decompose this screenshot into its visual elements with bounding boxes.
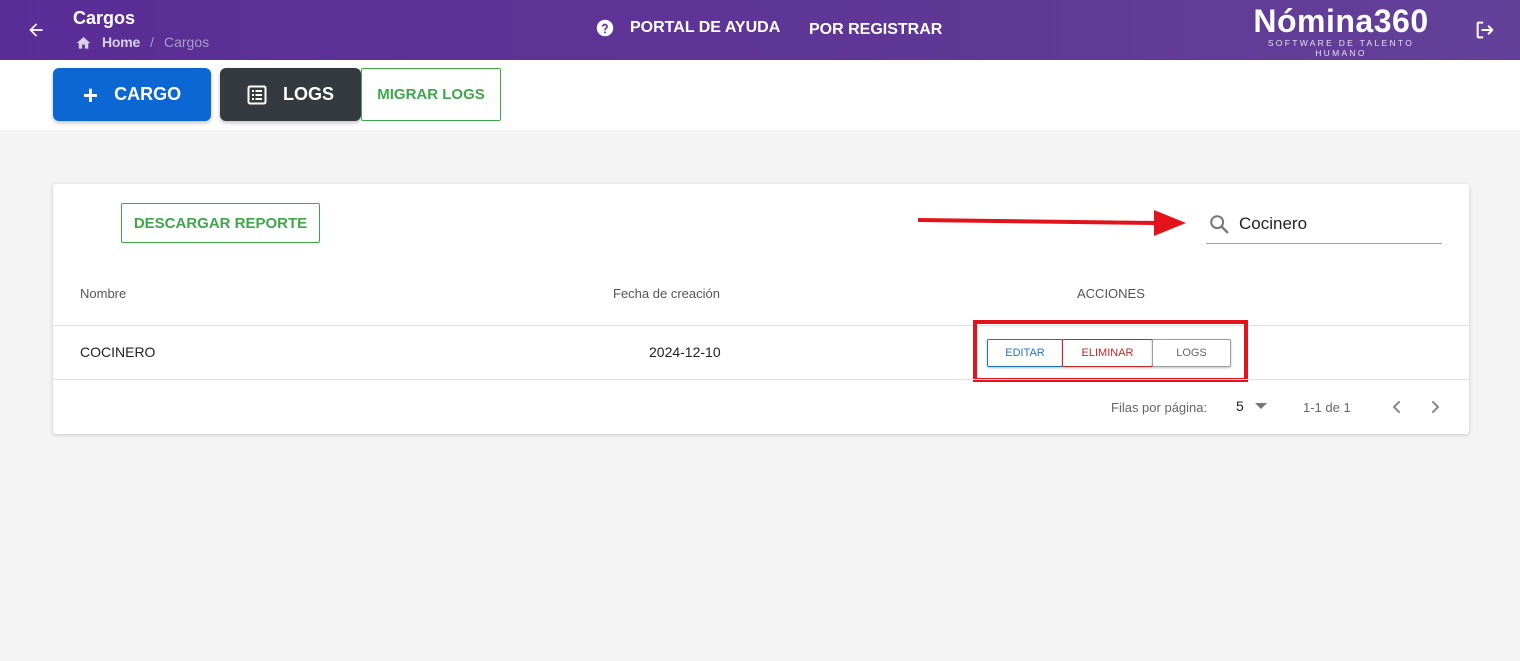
help-portal-link[interactable]: PORTAL DE AYUDA [596, 19, 780, 37]
caret-down-icon [1254, 403, 1267, 409]
column-header-nombre[interactable]: Nombre [80, 286, 126, 301]
brand-tagline: SOFTWARE DE TALENTO HUMANO [1267, 38, 1415, 58]
list-icon [247, 85, 267, 104]
cell-nombre: COCINERO [80, 344, 156, 360]
pagination-range: 1-1 de 1 [1303, 400, 1351, 415]
migrar-logs-button[interactable]: MIGRAR LOGS [361, 68, 501, 121]
table-divider [53, 379, 1469, 380]
help-circle-icon [596, 19, 614, 37]
rows-per-page-value: 5 [1236, 398, 1244, 414]
breadcrumb-current: Cargos [164, 34, 210, 50]
cell-fecha: 2024-12-10 [649, 344, 721, 360]
column-header-acciones: ACCIONES [1077, 286, 1145, 301]
brand-logo: Nómina360 SOFTWARE DE TALENTO HUMANO [1240, 4, 1442, 58]
rows-per-page-select[interactable]: 5 [1236, 398, 1268, 414]
table-divider [53, 325, 1469, 326]
home-icon [76, 36, 91, 49]
por-registrar-link[interactable]: POR REGISTRAR [809, 21, 942, 39]
add-cargo-label: CARGO [114, 84, 182, 104]
search-icon [1210, 214, 1229, 233]
red-highlight-annotation [973, 320, 1248, 382]
breadcrumb: Home / Cargos [75, 34, 209, 50]
next-page-button[interactable] [1426, 396, 1444, 418]
brand-name: Nómina360 [1253, 3, 1429, 39]
rows-per-page-label: Filas por página: [1111, 400, 1208, 415]
breadcrumb-home-link[interactable]: Home [102, 34, 140, 50]
search-field[interactable] [1206, 204, 1442, 244]
plus-icon: + [82, 79, 99, 110]
breadcrumb-separator: / [150, 34, 154, 50]
add-cargo-button[interactable]: + CARGO [53, 68, 211, 121]
logs-button[interactable]: LOGS [220, 68, 361, 121]
logout-icon [1476, 21, 1494, 39]
back-button[interactable] [22, 16, 50, 44]
red-arrow-annotation-icon [918, 210, 1186, 236]
app-header: Cargos Home / Cargos PORTAL DE AYUDA POR… [0, 0, 1520, 60]
search-input[interactable] [1239, 213, 1429, 234]
toolbar: + CARGO LOGS MIGRAR LOGS [0, 60, 1520, 130]
arrow-left-icon [29, 23, 43, 37]
prev-page-button[interactable] [1388, 396, 1406, 418]
column-header-fecha[interactable]: Fecha de creación [613, 286, 720, 301]
cargos-table-card: DESCARGAR REPORTE Nombre Fecha de creaci… [53, 184, 1469, 434]
chevron-right-icon [1432, 401, 1439, 413]
download-report-button[interactable]: DESCARGAR REPORTE [121, 203, 320, 243]
page-title: Cargos [73, 8, 136, 28]
chevron-left-icon [1393, 401, 1400, 413]
logs-label: LOGS [282, 84, 334, 104]
help-portal-label: PORTAL DE AYUDA [630, 19, 781, 36]
logout-button[interactable] [1474, 19, 1498, 41]
